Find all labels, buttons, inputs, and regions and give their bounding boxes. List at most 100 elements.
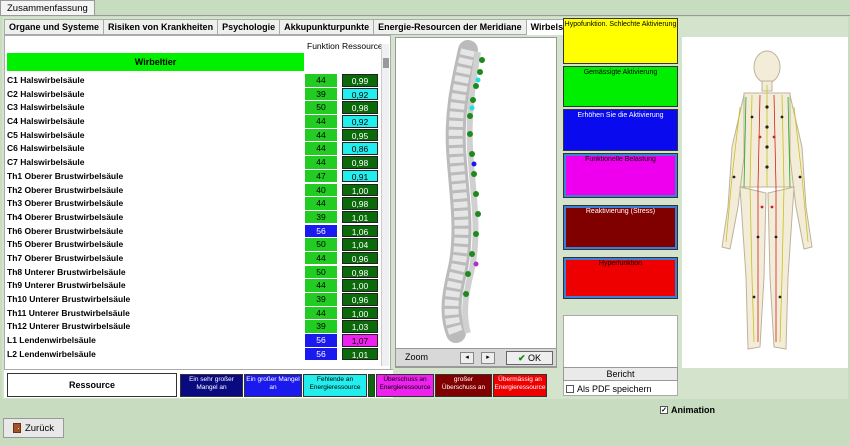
ressource-value: 1,00 (342, 183, 378, 196)
scrollbar-thumb[interactable] (383, 58, 389, 68)
funktion-value: 44 (305, 74, 337, 87)
tab-meridiane[interactable]: Energie-Resourcen der Meridiane (374, 19, 527, 35)
vertebra-name: Th7 Oberer Brustwirbelsäule (7, 252, 124, 263)
ressource-value: 0,91 (342, 169, 378, 183)
table-row[interactable]: Th6 Oberer Brustwirbelsäule 56 1,06 (7, 224, 383, 239)
body-meridian-view[interactable] (682, 37, 848, 368)
zoom-out-button[interactable]: ◂ (460, 352, 474, 364)
checkmark-icon: ✔ (517, 353, 526, 363)
tab-akkupunktur[interactable]: Akkupunkturpunkte (280, 19, 375, 35)
funktion-value: 44 (305, 128, 337, 142)
funktion-value: 39 (305, 293, 337, 306)
category-reaktivierung[interactable]: Reaktivierung (Stress) (563, 205, 678, 250)
table-row[interactable]: C4 Halswirbelsäule 44 0,92 (7, 115, 383, 129)
table-row[interactable]: Th5 Oberer Brustwirbelsäule 50 1,04 (7, 238, 383, 252)
ressource-value: 0,98 (342, 265, 378, 279)
vertebra-name: C7 Halswirbelsäule (7, 157, 85, 168)
report-button[interactable]: Bericht (563, 367, 678, 381)
pdf-option[interactable]: Als PDF speichern (566, 384, 652, 394)
category-hypofunktion[interactable]: Hypofunktion. Schlechte Aktivierung (563, 18, 678, 64)
column-header-funktion: Funktion (307, 41, 340, 51)
funktion-value: 50 (305, 101, 337, 114)
table-row[interactable]: C5 Halswirbelsäule 44 0,95 (7, 128, 383, 143)
table-row[interactable]: Th8 Unterer Brustwirbelsäule 50 0,98 (7, 265, 383, 280)
ressource-value: 0,96 (342, 251, 378, 265)
funktion-value: 44 (305, 142, 337, 155)
back-button-label: Zurück (24, 422, 55, 434)
vertebra-name: L1 Lendenwirbelsäule (7, 335, 96, 346)
titlebar-divider (0, 15, 850, 16)
ok-button[interactable]: ✔ OK (506, 351, 553, 365)
vertebra-name: Th8 Unterer Brustwirbelsäule (7, 266, 126, 277)
vertebra-name: L2 Lendenwirbelsäule (7, 348, 96, 359)
tab-risiken[interactable]: Risiken von Krankheiten (104, 19, 219, 35)
ressource-value: 1,01 (342, 347, 378, 361)
ressource-value: 1,00 (342, 306, 378, 320)
ressource-value: 0,98 (342, 156, 378, 169)
legend-item: Überschuss an Energieressource (376, 374, 434, 397)
table-row[interactable]: Th3 Oberer Brustwirbelsäule 44 0,98 (7, 197, 383, 211)
table-row[interactable]: L1 Lendenwirbelsäule 56 1,07 (7, 334, 383, 348)
vertebra-name: Th3 Oberer Brustwirbelsäule (7, 198, 124, 209)
ressource-value: 0,99 (342, 74, 378, 87)
table-row[interactable]: Th1 Oberer Brustwirbelsäule 47 0,91 (7, 169, 383, 184)
category-hyperfunktion[interactable]: Hyperfunktion (563, 257, 678, 299)
funktion-value: 44 (305, 197, 337, 210)
vertebra-name: C3 Halswirbelsäule (7, 102, 85, 113)
legend-bar: Ressource Ein sehr großer Mangel an Ein … (4, 369, 547, 398)
category-erhoehen[interactable]: Erhöhen Sie die Aktivierung (563, 109, 678, 151)
table-row[interactable]: C6 Halswirbelsäule 44 0,86 (7, 142, 383, 156)
funktion-value: 56 (305, 224, 337, 238)
tab-organe[interactable]: Organe und Systeme (4, 19, 105, 35)
funktion-value: 44 (305, 251, 337, 265)
animation-checkbox[interactable]: ✓ (660, 406, 668, 414)
table-row[interactable]: C7 Halswirbelsäule 44 0,98 (7, 156, 383, 170)
funktion-value: 50 (305, 265, 337, 279)
ressource-value: 1,03 (342, 320, 378, 333)
ressource-value: 1,06 (342, 224, 378, 238)
vertebra-name: Th5 Oberer Brustwirbelsäule (7, 239, 124, 250)
animation-option[interactable]: ✓ Animation (660, 405, 715, 415)
column-header-ressource: Ressource (342, 41, 383, 51)
back-button[interactable]: Zurück (3, 418, 64, 438)
ressource-value: 0,92 (342, 115, 378, 128)
category-belastung[interactable]: Funktionelle Belastung (563, 153, 678, 198)
legend-item (368, 374, 375, 397)
ressource-value: 0,95 (342, 128, 378, 142)
table-row[interactable]: C2 Halswirbelsäule 39 0,92 (7, 87, 383, 102)
table-row[interactable]: C3 Halswirbelsäule 50 0,98 (7, 101, 383, 115)
table-row[interactable]: Th9 Unterer Brustwirbelsäule 44 1,00 (7, 279, 383, 293)
table-row[interactable]: Th2 Oberer Brustwirbelsäule 40 1,00 (7, 183, 383, 198)
table-row[interactable]: Th11 Unterer Brustwirbelsäule 44 1,00 (7, 306, 383, 321)
funktion-value: 39 (305, 210, 337, 224)
tab-strip: Organe und Systeme Risiken von Krankheit… (4, 19, 587, 35)
zoom-bar: Zoom ◂ ▸ ✔ OK (395, 348, 557, 367)
table-row[interactable]: L2 Lendenwirbelsäule 56 1,01 (7, 347, 383, 362)
legend-item: Ein sehr großer Mangel an (180, 374, 243, 397)
legend-item: Ein großer Mangel an (244, 374, 302, 397)
group-title: Wirbeltier (7, 53, 304, 71)
table-row[interactable]: Th12 Unterer Brustwirbelsäule 39 1,03 (7, 320, 383, 334)
zoom-in-button[interactable]: ▸ (481, 352, 495, 364)
zoom-label: Zoom (405, 352, 429, 362)
funktion-value: 50 (305, 238, 337, 251)
ressource-value: 1,00 (342, 279, 378, 292)
vertebra-name: C5 Halswirbelsäule (7, 129, 85, 140)
vertebra-name: Th9 Unterer Brustwirbelsäule (7, 280, 126, 291)
exit-door-icon (12, 423, 21, 433)
tab-psychologie[interactable]: Psychologie (218, 19, 281, 35)
table-scrollbar[interactable] (381, 44, 389, 366)
table-row[interactable]: Th7 Oberer Brustwirbelsäule 44 0,96 (7, 251, 383, 266)
spine-viewer[interactable] (395, 37, 557, 368)
spine-illustration (441, 40, 485, 343)
window-title: Zusammenfassung (7, 3, 88, 14)
category-gemaessigt[interactable]: Gemässigte Aktivierung (563, 66, 678, 107)
vertebra-name: Th2 Oberer Brustwirbelsäule (7, 184, 124, 195)
pdf-checkbox[interactable] (566, 385, 574, 393)
table-row[interactable]: C1 Halswirbelsäule 44 0,99 (7, 74, 383, 88)
table-row[interactable]: Th10 Unterer Brustwirbelsäule 39 0,96 (7, 293, 383, 307)
table-row[interactable]: Th4 Oberer Brustwirbelsäule 39 1,01 (7, 210, 383, 225)
vertebra-name: C2 Halswirbelsäule (7, 88, 85, 99)
vertebra-name: Th12 Unterer Brustwirbelsäule (7, 321, 131, 332)
ressource-value: 0,98 (342, 101, 378, 114)
